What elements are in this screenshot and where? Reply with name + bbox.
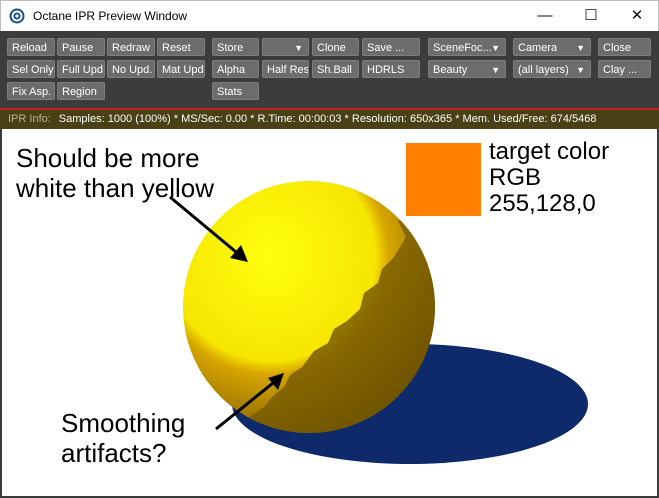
redraw-button[interactable]: Redraw (107, 38, 155, 56)
chevron-down-icon: ▼ (576, 43, 585, 53)
target-line3: 255,128,0 (489, 190, 596, 217)
reset-button[interactable]: Reset (157, 38, 205, 56)
maximize-button[interactable]: ☐ (568, 1, 614, 31)
region-button[interactable]: Region (57, 82, 105, 100)
hdrls-button[interactable]: HDRLS (362, 60, 420, 78)
minimize-button[interactable]: — (522, 1, 568, 31)
sel-only-button[interactable]: Sel Only (7, 60, 55, 78)
close-button[interactable]: Close (598, 38, 651, 56)
chevron-down-icon: ▼ (576, 65, 585, 75)
render-pass-label: Beauty (433, 64, 468, 76)
full-update-button[interactable]: Full Upd. (57, 60, 105, 78)
shader-ball-button[interactable]: Sh.Ball (312, 60, 359, 78)
target-line1: target color (489, 138, 610, 165)
layers-dropdown[interactable]: (all layers) ▼ (513, 60, 591, 78)
camera-dropdown[interactable]: Camera ▼ (513, 38, 591, 56)
annotation-top-line1: Should be more (16, 143, 200, 173)
render-pass-dropdown[interactable]: Beauty ▼ (428, 60, 506, 78)
chevron-down-icon: ▼ (294, 43, 303, 53)
fix-aspect-button[interactable]: Fix Asp. (7, 82, 55, 100)
stats-button[interactable]: Stats (212, 82, 259, 100)
half-res-button[interactable]: Half Res (262, 60, 309, 78)
clay-label: Clay ... (603, 64, 638, 76)
clay-dropdown[interactable]: Clay ... (598, 60, 651, 78)
save-dropdown[interactable]: Save ... (362, 38, 420, 56)
ipr-info-label: IPR Info: (8, 113, 51, 125)
camera-label: Camera (518, 42, 558, 54)
toolbar: Reload Pause Redraw Reset Store ▼ Clone … (0, 31, 659, 108)
window-title: Octane IPR Preview Window (33, 9, 188, 23)
chevron-down-icon: ▼ (491, 65, 500, 75)
target-line2: RGB (489, 164, 542, 191)
alpha-button[interactable]: Alpha (212, 60, 259, 78)
no-update-button[interactable]: No Upd. (107, 60, 155, 78)
scene-focus-label: SceneFoc... (433, 42, 492, 54)
clone-button[interactable]: Clone (312, 38, 359, 56)
save-label: Save ... (367, 42, 405, 54)
mat-update-button[interactable]: Mat Upd (157, 60, 205, 78)
reload-button[interactable]: Reload (7, 38, 55, 56)
annotation-bottom-line1: Smoothing (61, 408, 186, 438)
chevron-down-icon: ▼ (491, 43, 500, 53)
annotation-bottom: Smoothing artifacts? (61, 408, 185, 468)
annotation-bottom-line2: artifacts? (61, 438, 167, 468)
title-bar: Octane IPR Preview Window — ☐ ✕ (0, 0, 659, 31)
target-color-label: target color RGB 255,128,0 (489, 139, 609, 217)
target-color-swatch (406, 143, 481, 216)
scene-focus-dropdown[interactable]: SceneFoc... ▼ (428, 38, 506, 56)
octane-logo-icon (9, 8, 25, 24)
pause-button[interactable]: Pause (57, 38, 105, 56)
annotation-top-line2: white than yellow (16, 173, 214, 203)
store-button[interactable]: Store (212, 38, 259, 56)
ipr-info-text: Samples: 1000 (100%) * MS/Sec: 0.00 * R.… (58, 113, 597, 125)
layers-label: (all layers) (518, 64, 569, 76)
close-window-button[interactable]: ✕ (614, 1, 659, 31)
render-viewport[interactable]: Should be more white than yellow Smoothi… (0, 129, 659, 498)
ipr-info-bar: IPR Info: Samples: 1000 (100%) * MS/Sec: … (0, 110, 659, 129)
store-slot-dropdown[interactable]: ▼ (262, 38, 309, 56)
annotation-top: Should be more white than yellow (16, 143, 214, 203)
